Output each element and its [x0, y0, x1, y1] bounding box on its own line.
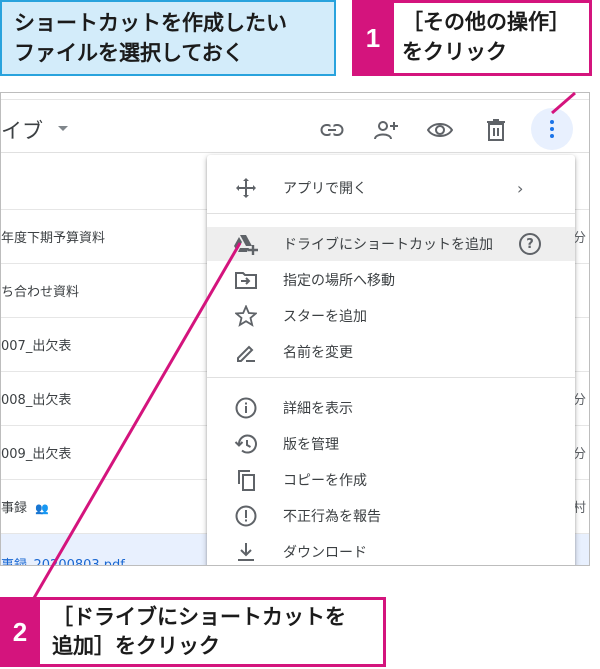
star-icon: [233, 303, 259, 329]
file-name: 事録 👥: [1, 497, 49, 516]
file-name: 007_出欠表: [1, 339, 72, 354]
menu-label: コピーを作成: [283, 473, 367, 489]
menu-item-download[interactable]: ダウンロード: [207, 535, 575, 565]
step1-line-2: をクリック: [402, 40, 507, 64]
context-menu: アプリで開く › ドライブにショートカットを追加 ? 指定の場所へ移動 スターを…: [207, 155, 575, 565]
menu-label: ダウンロード: [283, 545, 367, 561]
menu-label: 版を管理: [283, 437, 339, 453]
file-name: 年度下期予算資料: [1, 231, 106, 246]
menu-label: 指定の場所へ移動: [283, 273, 395, 289]
chevron-down-icon[interactable]: [58, 126, 68, 131]
drive-shortcut-icon: [233, 231, 259, 257]
menu-label: ドライブにショートカットを追加: [283, 237, 493, 253]
file-name-text: 事録: [1, 501, 28, 516]
help-icon[interactable]: ?: [519, 233, 541, 255]
chevron-right-icon: ›: [517, 178, 524, 198]
menu-label: スターを追加: [283, 309, 367, 325]
preview-icon[interactable]: [425, 115, 455, 145]
move-to-folder-icon: [233, 267, 259, 293]
info-icon: [233, 395, 259, 421]
menu-divider: [207, 213, 575, 214]
share-icon[interactable]: [371, 115, 401, 145]
drive-screenshot: イブ 年度下期予算資料 分 ち合わせ資料 007_出欠表 008_出欠表 分 0…: [0, 92, 590, 566]
step2-line-1: ［ドライブにショートカットを: [52, 605, 346, 629]
menu-label: 詳細を表示: [283, 401, 353, 417]
menu-item-report[interactable]: 不正行為を報告: [207, 499, 575, 533]
menu-item-versions[interactable]: 版を管理: [207, 427, 575, 461]
menu-item-add-star[interactable]: スターを追加: [207, 299, 575, 333]
menu-label: アプリで開く: [283, 181, 367, 197]
drive-title: イブ: [1, 119, 43, 143]
shared-people-icon: 👥: [35, 502, 49, 515]
menu-divider: [207, 377, 575, 378]
more-vert-icon[interactable]: [531, 108, 573, 150]
download-icon: [233, 539, 259, 565]
menu-label: 不正行為を報告: [283, 509, 381, 525]
menu-item-rename[interactable]: 名前を変更: [207, 335, 575, 369]
report-icon: [233, 503, 259, 529]
file-name: 事録_20200803.pdf: [1, 558, 125, 566]
menu-item-open-with[interactable]: アプリで開く ›: [207, 171, 575, 205]
menu-item-details[interactable]: 詳細を表示: [207, 391, 575, 425]
pencil-icon: [233, 339, 259, 365]
menu-label: 名前を変更: [283, 345, 353, 361]
menu-item-add-shortcut[interactable]: ドライブにショートカットを追加 ?: [207, 227, 575, 261]
step2-line-2: 追加］をクリック: [52, 634, 220, 658]
menu-item-move-to[interactable]: 指定の場所へ移動: [207, 263, 575, 297]
file-name: 009_出欠表: [1, 447, 72, 462]
intro-line-2: ファイルを選択しておく: [14, 41, 244, 65]
menu-item-copy[interactable]: コピーを作成: [207, 463, 575, 497]
header-divider: [1, 152, 589, 153]
step1-number: 1: [352, 0, 394, 76]
open-with-icon: [233, 175, 259, 201]
file-name: 008_出欠表: [1, 393, 72, 408]
step1-line-1: ［その他の操作］: [402, 10, 570, 34]
file-name: ち合わせ資料: [1, 285, 80, 300]
trash-icon[interactable]: [481, 115, 511, 145]
link-icon[interactable]: [317, 115, 347, 145]
intro-callout: ショートカットを作成したい ファイルを選択しておく: [0, 0, 336, 76]
history-icon: [233, 431, 259, 457]
intro-line-1: ショートカットを作成したい: [14, 11, 287, 35]
step2-number: 2: [0, 597, 40, 667]
top-divider: [1, 99, 589, 100]
copy-icon: [233, 467, 259, 493]
